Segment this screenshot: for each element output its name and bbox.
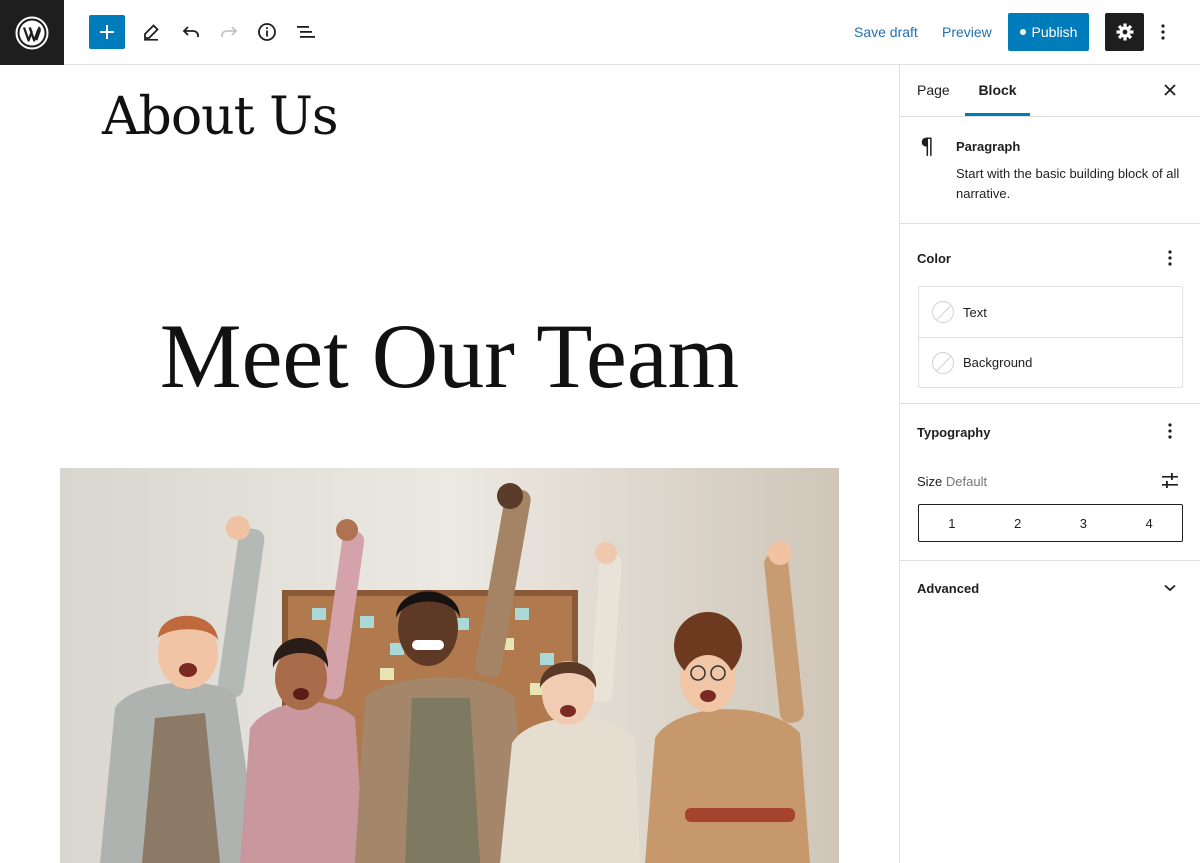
typography-panel: Typography Size Default 1 2 3 4 xyxy=(900,404,1200,561)
background-color-option[interactable]: Background xyxy=(919,337,1182,387)
plus-icon xyxy=(100,25,114,39)
info-icon xyxy=(258,23,276,41)
block-description: Start with the basic building block of a… xyxy=(956,166,1180,201)
active-tab-indicator xyxy=(965,113,1030,116)
block-name: Paragraph xyxy=(956,139,1021,154)
wordpress-logo-icon[interactable] xyxy=(0,0,64,65)
save-draft-button[interactable]: Save draft xyxy=(854,24,918,40)
team-photo xyxy=(60,468,839,863)
settings-button[interactable] xyxy=(1105,13,1144,51)
color-panel-title: Color xyxy=(917,251,951,266)
more-vertical-icon xyxy=(1161,24,1165,40)
list-view-icon xyxy=(297,26,315,38)
size-value: Default xyxy=(945,474,988,489)
paragraph-icon: ¶ xyxy=(920,135,934,160)
add-block-button[interactable] xyxy=(89,15,125,49)
font-size-option-2[interactable]: 2 xyxy=(985,505,1051,541)
background-color-label: Background xyxy=(963,355,1033,370)
tools-button[interactable] xyxy=(133,14,169,50)
color-options-list: Text Background xyxy=(918,286,1183,388)
color-options-button[interactable] xyxy=(1158,246,1182,270)
publish-label: Publish xyxy=(1031,24,1078,40)
redo-button[interactable] xyxy=(211,14,247,50)
block-card: ¶ Paragraph Start with the basic buildin… xyxy=(900,117,1200,224)
tab-page[interactable]: Page xyxy=(917,65,950,116)
custom-size-button[interactable] xyxy=(1158,469,1182,493)
chevron-down-icon xyxy=(1164,584,1176,592)
gear-icon xyxy=(1116,23,1133,41)
settings-sidebar: Page Block ¶ Paragraph Start with the ba… xyxy=(899,65,1200,863)
sidebar-tabs: Page Block xyxy=(900,65,1200,117)
undo-icon xyxy=(182,26,199,37)
advanced-panel[interactable]: Advanced xyxy=(900,561,1200,616)
size-label-text: Size xyxy=(917,474,943,489)
more-vertical-icon xyxy=(1168,423,1172,439)
font-size-label: Size Default xyxy=(917,474,987,489)
options-button[interactable] xyxy=(1150,14,1176,50)
tab-block[interactable]: Block xyxy=(965,65,1030,116)
typography-options-button[interactable] xyxy=(1158,419,1182,443)
heading-block[interactable]: Meet Our Team xyxy=(0,303,899,409)
close-sidebar-button[interactable] xyxy=(1158,78,1182,102)
text-color-label: Text xyxy=(963,304,987,320)
font-size-option-3[interactable]: 3 xyxy=(1051,505,1117,541)
typography-panel-title: Typography xyxy=(917,425,991,440)
advanced-toggle-button[interactable] xyxy=(1158,576,1182,600)
text-color-option[interactable]: Text xyxy=(919,287,1182,337)
status-dot-icon xyxy=(1019,29,1026,35)
pencil-icon xyxy=(144,24,159,41)
editor-header: Save draft Preview Publish xyxy=(0,0,1200,65)
font-size-picker: 1 2 3 4 xyxy=(918,504,1183,542)
font-size-option-4[interactable]: 4 xyxy=(1116,505,1182,541)
list-view-button[interactable] xyxy=(288,14,324,50)
more-vertical-icon xyxy=(1168,250,1172,266)
color-panel: Color Text Background xyxy=(900,224,1200,404)
close-icon xyxy=(1164,84,1176,96)
image-block[interactable] xyxy=(60,468,839,863)
editor-canvas: About Us Meet Our Team xyxy=(0,65,899,863)
advanced-panel-title: Advanced xyxy=(917,581,980,596)
page-title[interactable]: About Us xyxy=(102,87,339,147)
sliders-icon xyxy=(1162,473,1178,488)
undo-button[interactable] xyxy=(173,14,209,50)
empty-swatch-icon xyxy=(932,351,954,374)
empty-swatch-icon xyxy=(932,301,954,323)
publish-button[interactable]: Publish xyxy=(1008,13,1089,51)
details-button[interactable] xyxy=(249,14,285,50)
redo-icon xyxy=(221,26,238,37)
preview-button[interactable]: Preview xyxy=(942,24,992,40)
font-size-option-1[interactable]: 1 xyxy=(919,505,985,541)
